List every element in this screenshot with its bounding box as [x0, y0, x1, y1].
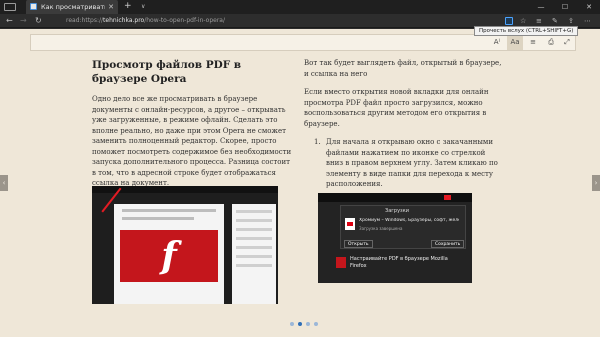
reading-view-icon[interactable]	[505, 17, 513, 25]
tab-actions-icon[interactable]	[4, 3, 16, 11]
tab-title: Как просматривать PD	[41, 3, 105, 11]
read-aloud-button[interactable]: A⁾	[489, 35, 505, 50]
pdf-file-icon	[336, 257, 346, 268]
flash-f-icon: f	[161, 235, 177, 277]
flash-logo-image: f	[120, 230, 218, 282]
tab-active[interactable]: Как просматривать PD ✕	[26, 0, 118, 14]
article-heading: Просмотр файлов PDF в браузере Opera	[92, 59, 242, 85]
minimize-button[interactable]: —	[530, 0, 552, 14]
url-path: /how-to-open-pdf-in-opera/	[144, 17, 225, 24]
maximize-button[interactable]: ☐	[554, 0, 576, 14]
tab-close-icon[interactable]: ✕	[108, 0, 114, 14]
tab-bar: Как просматривать PD ✕ + ∨ — ☐ ✕	[0, 0, 600, 14]
downloads-panel: Загрузки Хромиум – Windows, Браузеры, со…	[340, 205, 466, 249]
reader-toolbar: A⁾ Aa ≡ ⎙ ⤢	[30, 34, 576, 51]
page-dot[interactable]	[290, 322, 294, 326]
article-column-1: Просмотр файлов PDF в браузере Opera Одн…	[92, 58, 295, 189]
pdf-file-icon	[345, 218, 355, 230]
screenshot-page: f	[114, 204, 224, 304]
tab-list-chevron-icon[interactable]: ∨	[141, 0, 145, 14]
article-paragraph: Вот так будет выглядеть файл, открытый в…	[304, 59, 502, 78]
download-status: Загрузка завершена	[359, 226, 403, 231]
download-file-name: Хромиум – Windows, Браузеры, софт, желез…	[359, 218, 459, 223]
new-tab-button[interactable]: +	[124, 0, 132, 13]
reading-view: A⁾ Aa ≡ ⎙ ⤢ ‹ ›	[0, 29, 600, 337]
red-download-marker	[444, 195, 451, 200]
open-button[interactable]: Открыть	[344, 240, 373, 248]
address-bar[interactable]: read:https://tehnichka.pro/how-to-open-p…	[66, 14, 225, 28]
page-dot-active[interactable]	[298, 322, 302, 326]
opera-pdf-screenshot: f	[92, 186, 278, 304]
list-item-text: Для начала я открываю окно с закачанными…	[326, 138, 498, 188]
site-favicon-icon	[30, 3, 37, 10]
below-list-text: Настраивайте PDF в браузере Mozilla Fire…	[350, 256, 448, 269]
list-item: 1. Для начала я открываю окно с закачанн…	[304, 137, 502, 190]
page-dot[interactable]	[306, 322, 310, 326]
downloads-title: Загрузки	[385, 208, 409, 214]
forward-icon[interactable]: →	[20, 14, 27, 28]
url-domain: tehnichka.pro	[103, 17, 145, 24]
previous-page-arrow-icon[interactable]: ‹	[0, 175, 8, 191]
print-button[interactable]: ⎙	[543, 35, 559, 50]
article-paragraph: Одно дело все же просматривать в браузер…	[92, 95, 292, 187]
refresh-icon[interactable]: ↻	[35, 14, 42, 28]
list-number: 1.	[314, 138, 321, 146]
text-options-button[interactable]: Aa	[507, 35, 523, 50]
close-window-button[interactable]: ✕	[578, 0, 600, 14]
article-column-2: Вот так будет выглядеть файл, открытый в…	[304, 58, 502, 190]
screenshot-sidebar	[232, 204, 276, 304]
next-page-arrow-icon[interactable]: ›	[592, 175, 600, 191]
article-paragraph: Если вместо открытия новой вкладки для о…	[304, 88, 489, 128]
learning-tools-button[interactable]: ≡	[525, 35, 541, 50]
fullscreen-button[interactable]: ⤢	[559, 35, 575, 50]
more-menu-icon[interactable]: ⋯	[584, 14, 591, 28]
url-prefix: read:https://	[66, 17, 104, 24]
page-dot[interactable]	[314, 322, 318, 326]
back-icon[interactable]: ←	[6, 14, 13, 28]
save-button[interactable]: Сохранить	[431, 240, 465, 248]
read-aloud-tooltip: Прочесть вслух (CTRL+SHIFT+G)	[474, 26, 579, 36]
downloads-screenshot: Загрузки Хромиум – Windows, Браузеры, со…	[318, 193, 472, 283]
